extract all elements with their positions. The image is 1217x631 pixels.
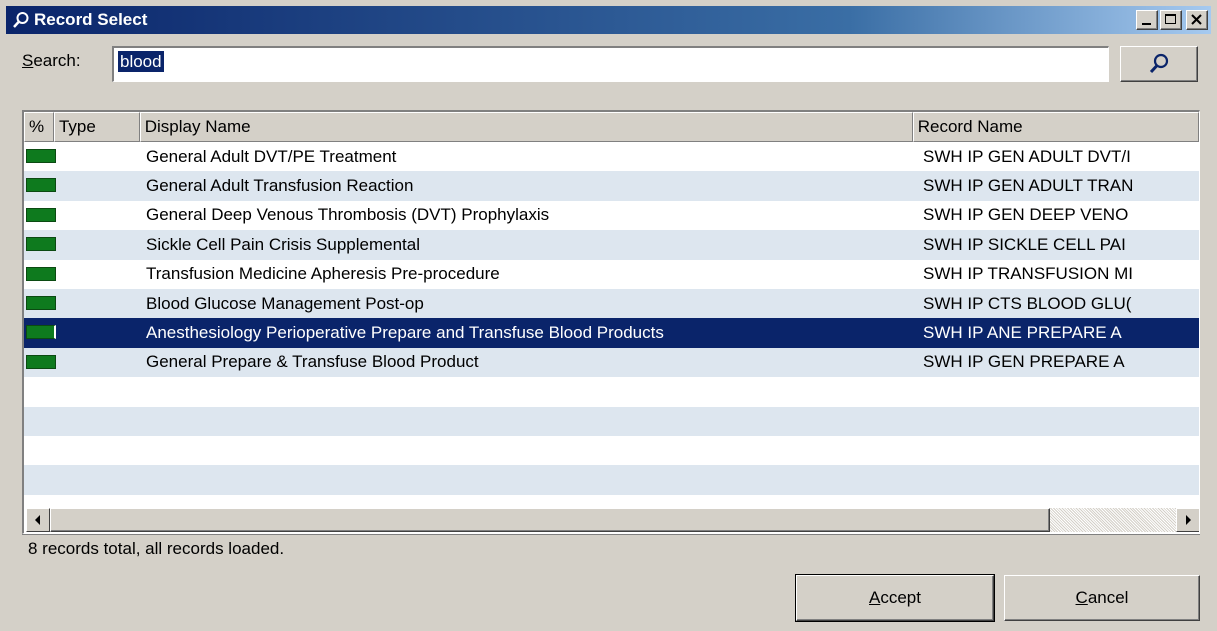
match-percent-cell — [24, 318, 56, 347]
minimize-icon — [1142, 23, 1151, 25]
table-row[interactable]: General Deep Venous Thrombosis (DVT) Pro… — [24, 200, 1199, 231]
column-header-display-name[interactable]: Display Name — [139, 112, 913, 142]
table-row[interactable]: Blood Glucose Management Post-op SWH IP … — [24, 288, 1199, 319]
match-percent-bar — [26, 354, 56, 369]
horizontal-scrollbar[interactable] — [26, 508, 1199, 532]
display-name-cell: General Adult DVT/PE Treatment — [146, 146, 397, 166]
record-name-cell: SWH IP CTS BLOOD GLU( — [923, 293, 1132, 313]
empty-row — [24, 435, 1199, 466]
empty-row — [24, 377, 1199, 407]
display-name-cell: Anesthesiology Perioperative Prepare and… — [146, 323, 664, 343]
record-name-cell: SWH IP GEN ADULT DVT/I — [923, 146, 1131, 166]
record-name-cell: SWH IP ANE PREPARE A — [923, 323, 1122, 343]
scroll-right-button[interactable] — [1176, 508, 1199, 532]
search-input[interactable]: blood — [112, 46, 1109, 82]
match-percent-cell — [24, 289, 56, 318]
search-input-value: blood — [118, 51, 164, 72]
display-name-cell: General Adult Transfusion Reaction — [146, 176, 414, 196]
maximize-button[interactable] — [1160, 10, 1182, 30]
search-label: Search: — [22, 51, 81, 70]
search-icon — [10, 9, 32, 31]
match-percent-bar — [26, 295, 56, 310]
cancel-button-label: Cancel — [1075, 588, 1129, 607]
grid-header: % Type Display Name Record Name — [24, 112, 1199, 142]
grid-rows: General Adult DVT/PE Treatment SWH IP GE… — [24, 142, 1199, 495]
arrow-right-icon — [1186, 515, 1191, 525]
match-percent-bar — [26, 266, 56, 281]
display-name-cell: General Prepare & Transfuse Blood Produc… — [146, 352, 479, 372]
match-percent-bar — [26, 237, 56, 252]
records-grid[interactable]: % Type Display Name Record Name General … — [22, 110, 1200, 534]
match-percent-cell — [24, 171, 56, 200]
record-name-cell: SWH IP SICKLE CELL PAI — [923, 234, 1126, 254]
match-percent-cell — [24, 348, 56, 377]
arrow-left-icon — [35, 515, 40, 525]
close-button[interactable] — [1186, 10, 1208, 30]
scroll-left-button[interactable] — [26, 508, 50, 532]
match-percent-cell — [24, 201, 56, 230]
window-controls — [1136, 10, 1208, 30]
match-percent-bar — [26, 178, 56, 193]
table-row[interactable]: General Adult Transfusion Reaction SWH I… — [24, 171, 1199, 201]
table-row[interactable]: General Prepare & Transfuse Blood Produc… — [24, 347, 1199, 378]
match-percent-bar — [26, 207, 56, 222]
display-name-cell: Transfusion Medicine Apheresis Pre-proce… — [146, 264, 500, 284]
column-header-type[interactable]: Type — [53, 112, 140, 142]
display-name-cell: Blood Glucose Management Post-op — [146, 293, 424, 313]
table-row[interactable]: General Adult DVT/PE Treatment SWH IP GE… — [24, 142, 1199, 172]
match-percent-cell — [24, 230, 56, 259]
match-percent-cell — [24, 142, 56, 171]
record-select-window: Record Select Search: blood % Type Displ… — [0, 0, 1217, 631]
empty-row — [24, 465, 1199, 495]
record-name-cell: SWH IP GEN ADULT TRAN — [923, 176, 1134, 196]
empty-row — [24, 406, 1199, 436]
scrollbar-thumb[interactable] — [50, 508, 1050, 532]
minimize-button[interactable] — [1136, 10, 1158, 30]
column-header-record-name[interactable]: Record Name — [912, 112, 1199, 142]
accept-button-label: Accept — [869, 588, 921, 607]
record-name-cell: SWH IP GEN PREPARE A — [923, 352, 1125, 372]
record-name-cell: SWH IP TRANSFUSION MI — [923, 264, 1134, 284]
table-row[interactable]: Sickle Cell Pain Crisis Supplemental SWH… — [24, 230, 1199, 260]
maximize-icon — [1165, 14, 1176, 24]
match-percent-bar — [26, 325, 56, 340]
title-bar[interactable]: Record Select — [6, 6, 1211, 34]
table-row-selected[interactable]: Anesthesiology Perioperative Prepare and… — [24, 318, 1199, 348]
table-row[interactable]: Transfusion Medicine Apheresis Pre-proce… — [24, 259, 1199, 289]
record-name-cell: SWH IP GEN DEEP VENO — [923, 205, 1129, 225]
status-text: 8 records total, all records loaded. — [22, 534, 1200, 562]
window-title: Record Select — [34, 10, 148, 29]
cancel-button[interactable]: Cancel — [1004, 575, 1200, 621]
match-percent-bar — [26, 149, 56, 163]
close-icon — [1191, 14, 1202, 25]
match-percent-cell — [24, 260, 56, 289]
column-header-percent[interactable]: % — [24, 112, 54, 142]
display-name-cell: General Deep Venous Thrombosis (DVT) Pro… — [146, 205, 550, 225]
display-name-cell: Sickle Cell Pain Crisis Supplemental — [146, 234, 421, 254]
search-icon — [1149, 53, 1169, 74]
search-button[interactable] — [1120, 46, 1198, 82]
accept-button[interactable]: Accept — [795, 574, 995, 622]
